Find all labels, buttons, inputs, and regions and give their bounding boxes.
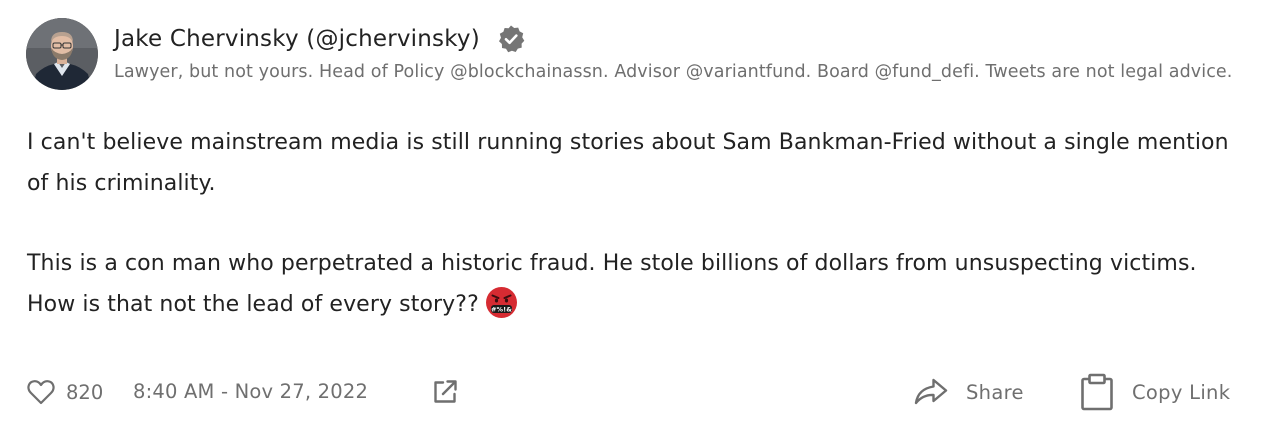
author-bio: Lawyer, but not yours. Head of Policy @b…: [114, 62, 1233, 82]
svg-text:#%!&: #%!&: [491, 306, 512, 314]
tweet-paragraph-1: I can't believe mainstream media is stil…: [27, 130, 1229, 196]
verified-badge-icon: [496, 24, 526, 54]
cursing-face-emoji-icon: #%!&: [485, 286, 518, 319]
avatar-photo-icon: [26, 18, 98, 90]
copy-link-label: Copy Link: [1132, 380, 1231, 404]
author-name-row: Jake Chervinsky (@jchervinsky): [114, 22, 526, 56]
tweet-footer: 820 8:40 AM - Nov 27, 2022 Share Copy Li…: [0, 370, 1264, 414]
clipboard-icon: [1080, 373, 1114, 411]
like-count: 820: [66, 380, 104, 404]
tweet-card: Jake Chervinsky (@jchervinsky) Lawyer, b…: [0, 0, 1264, 438]
external-link-icon[interactable]: [431, 378, 459, 406]
heart-outline-icon: [27, 379, 55, 405]
share-button[interactable]: Share: [913, 375, 1024, 409]
like-button[interactable]: 820: [27, 377, 103, 407]
author-display-name[interactable]: Jake Chervinsky (@jchervinsky): [114, 26, 480, 52]
tweet-body: I can't believe mainstream media is stil…: [27, 122, 1242, 325]
tweet-paragraph-2-text: This is a con man who perpetrated a hist…: [27, 251, 1197, 317]
share-label: Share: [966, 380, 1024, 404]
share-arrow-icon: [913, 377, 949, 407]
tweet-paragraph-2: This is a con man who perpetrated a hist…: [27, 243, 1242, 325]
copy-link-button[interactable]: Copy Link: [1080, 373, 1230, 411]
author-avatar[interactable]: [26, 18, 98, 90]
tweet-timestamp[interactable]: 8:40 AM - Nov 27, 2022: [133, 380, 368, 403]
